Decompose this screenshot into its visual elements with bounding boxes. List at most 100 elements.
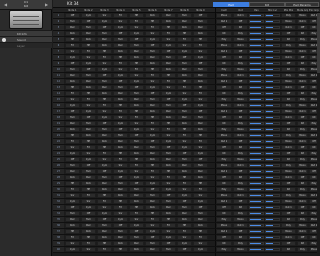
level-slider[interactable] [265,212,280,215]
parameter-cell[interactable]: Poly [233,211,248,216]
parameter-cell[interactable]: Perc [193,25,208,30]
parameter-cell[interactable]: Tom [193,67,208,72]
parameter-cell[interactable]: Out 1 [216,19,232,24]
parameter-cell[interactable]: HH [145,67,160,72]
parameter-cell[interactable]: Off [129,37,144,42]
level-slider[interactable] [249,104,264,107]
parameter-cell[interactable]: FX [161,79,176,84]
parameter-cell[interactable]: Tom [113,85,128,90]
parameter-cell[interactable]: Cym [97,67,112,72]
parameter-cell[interactable]: Off [129,229,144,234]
parameter-cell[interactable]: Cym [65,199,80,204]
parameter-cell[interactable]: Off [216,205,232,210]
parameter-cell[interactable]: Off [161,241,176,246]
parameter-cell[interactable]: Poly [297,97,308,102]
level-slider[interactable] [265,206,280,209]
parameter-cell[interactable]: Out 1 [216,49,232,54]
level-slider[interactable] [249,140,264,143]
parameter-cell[interactable]: Off [145,187,160,192]
parameter-cell[interactable]: Cym [113,217,128,222]
level-slider[interactable] [265,44,280,47]
parameter-cell[interactable]: Poly [297,37,308,42]
parameter-cell[interactable]: Snr [161,181,176,186]
parameter-cell[interactable]: Poly [281,73,296,78]
parameter-cell[interactable]: Off [297,85,308,90]
parameter-cell[interactable]: Cym [81,205,96,210]
parameter-cell[interactable]: Kit [281,157,296,162]
parameter-cell[interactable]: Tom [177,157,192,162]
parameter-cell[interactable]: Snr [129,169,144,174]
parameter-cell[interactable]: Kit [216,181,232,186]
parameter-cell[interactable]: Kit [233,145,248,150]
parameter-cell[interactable]: Tom [113,37,128,42]
level-slider[interactable] [249,242,264,245]
level-slider[interactable] [265,14,280,17]
parameter-cell[interactable]: Tom [129,139,144,144]
parameter-cell[interactable]: Snr [161,37,176,42]
parameter-cell[interactable]: Kick [161,67,176,72]
parameter-cell[interactable]: Perc [65,25,80,30]
parameter-cell[interactable]: Perc [81,175,96,180]
parameter-cell[interactable]: Poly [233,151,248,156]
parameter-cell[interactable]: Snr [161,133,176,138]
parameter-cell[interactable]: Perc [129,145,144,150]
level-slider[interactable] [249,128,264,131]
level-slider[interactable] [265,158,280,161]
level-slider[interactable] [249,176,264,179]
level-slider[interactable] [249,80,264,83]
parameter-cell[interactable]: Off [193,205,208,210]
parameter-cell[interactable]: Mono [281,109,296,114]
parameter-cell[interactable]: Poly [233,61,248,66]
parameter-cell[interactable]: Perc [145,55,160,60]
parameter-cell[interactable]: HH [193,133,208,138]
parameter-cell[interactable]: Poly [216,67,232,72]
parameter-cell[interactable]: Snr [161,229,176,234]
parameter-cell[interactable]: Off [129,85,144,90]
level-slider[interactable] [249,20,264,23]
parameter-cell[interactable]: FX [65,187,80,192]
parameter-cell[interactable]: Cym [81,61,96,66]
level-slider[interactable] [249,56,264,59]
level-slider[interactable] [265,74,280,77]
parameter-cell[interactable]: Tom [97,175,112,180]
parameter-cell[interactable]: FX [145,73,160,78]
parameter-cell[interactable]: Poly [297,187,308,192]
parameter-cell[interactable]: FX [177,85,192,90]
parameter-cell[interactable]: Cym [193,199,208,204]
parameter-cell[interactable]: Off [129,181,144,186]
level-slider[interactable] [249,50,264,53]
parameter-cell[interactable]: Snr [129,25,144,30]
parameter-cell[interactable]: Kit [297,121,308,126]
parameter-cell[interactable]: Off [281,241,296,246]
parameter-cell[interactable]: Kit [216,211,232,216]
parameter-cell[interactable]: Cym [129,223,144,228]
parameter-cell[interactable]: Snr [113,163,128,168]
level-slider[interactable] [265,182,280,185]
parameter-cell[interactable]: Mono [297,193,308,198]
parameter-cell[interactable]: Off [216,175,232,180]
level-slider[interactable] [265,98,280,101]
level-slider[interactable] [265,218,280,221]
parameter-cell[interactable]: Tom [97,79,112,84]
tab-pad[interactable]: Pad [213,2,249,7]
parameter-cell[interactable]: Snr [97,13,112,18]
parameter-cell[interactable]: Out 1 [281,85,296,90]
parameter-cell[interactable]: Perc [113,139,128,144]
parameter-cell[interactable]: Tom [65,19,80,24]
parameter-cell[interactable]: Perc [97,37,112,42]
parameter-cell[interactable]: Tom [161,199,176,204]
parameter-cell[interactable]: FX [113,157,128,162]
parameter-cell[interactable]: FX [97,247,112,252]
parameter-cell[interactable]: FX [113,109,128,114]
level-slider[interactable] [249,212,264,215]
level-slider[interactable] [249,26,264,29]
parameter-cell[interactable]: Cym [177,241,192,246]
parameter-cell[interactable]: Snr [81,199,96,204]
parameter-cell[interactable]: Off [65,157,80,162]
parameter-cell[interactable]: Perc [145,247,160,252]
parameter-cell[interactable]: Off [233,139,248,144]
parameter-cell[interactable]: Mono [233,157,248,162]
parameter-cell[interactable]: Off [65,205,80,210]
parameter-cell[interactable]: Kit [233,115,248,120]
parameter-cell[interactable]: FX [65,91,80,96]
